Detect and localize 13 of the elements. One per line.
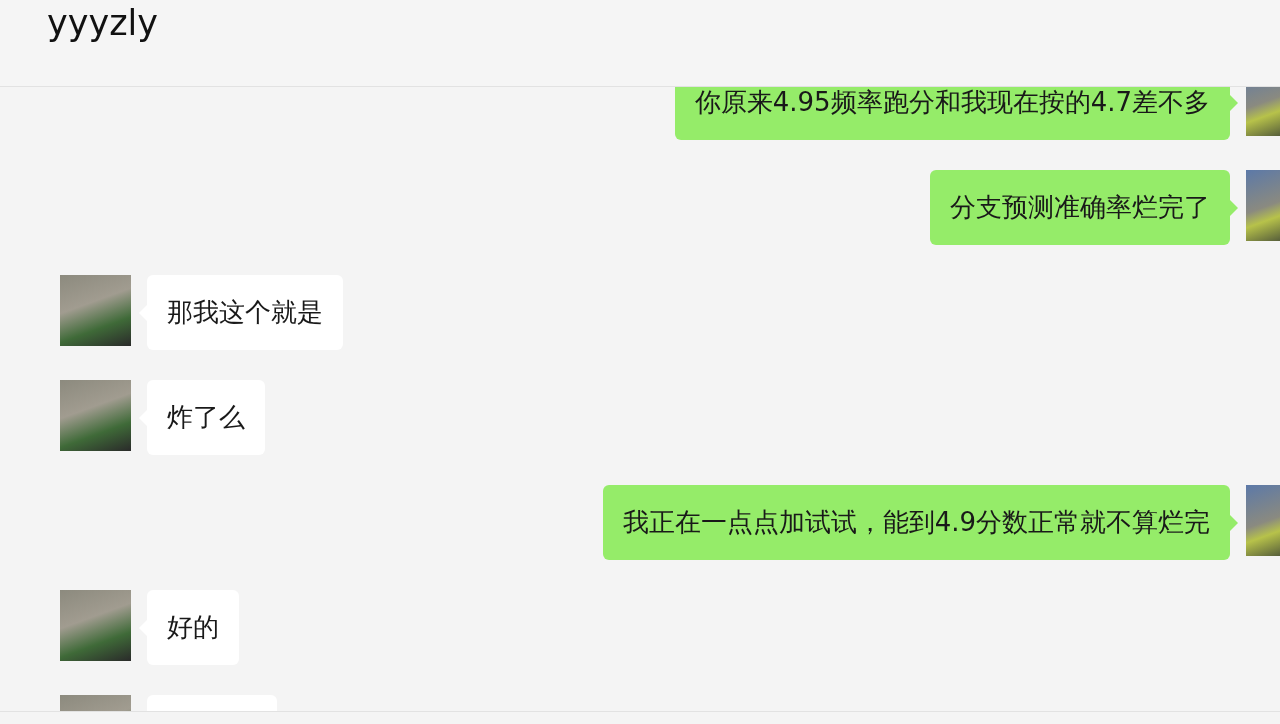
chat-title: yyyzly: [47, 2, 159, 41]
avatar-photo-placeholder[interactable]: [60, 275, 131, 346]
avatar-photo-placeholder[interactable]: [60, 380, 131, 451]
message-bubble: 好的: [147, 590, 239, 665]
message-bubble: 那我这个就是: [147, 275, 343, 350]
bubble-tail: [1230, 200, 1238, 216]
message-bubble: 分支预测准确率烂完了: [930, 170, 1230, 245]
bubble-tail: [1230, 95, 1238, 111]
avatar-photo-placeholder[interactable]: [60, 590, 131, 661]
message-bubble: 你原来4.95频率跑分和我现在按的4.7差不多: [674, 87, 1230, 140]
message-bubble: 我正在一点点加试试，能到4.9分数正常就不算烂完: [602, 485, 1230, 560]
message-bubble: 炸了么: [147, 380, 265, 455]
bubble-tail: [1230, 515, 1238, 531]
